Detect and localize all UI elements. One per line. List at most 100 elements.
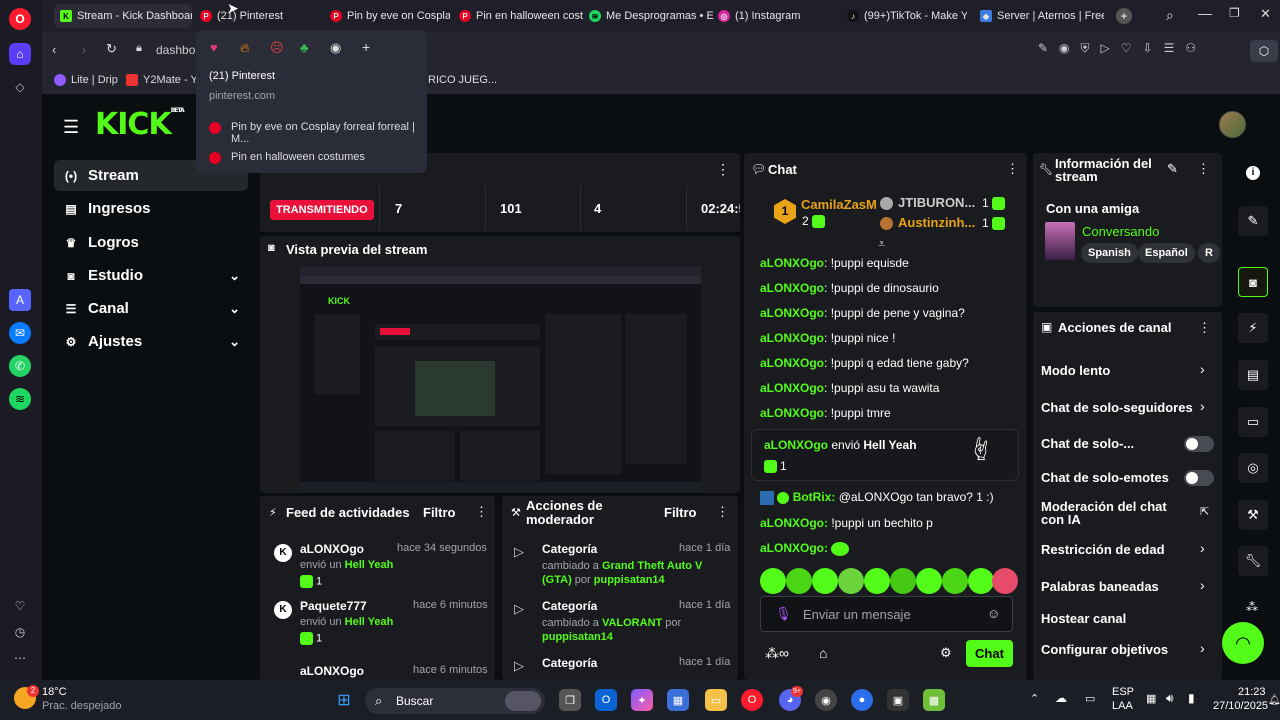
tag-chip[interactable]: R xyxy=(1198,243,1220,263)
action-ai-moderation[interactable]: Moderación del chat con IA xyxy=(1041,500,1191,526)
emote-icon[interactable] xyxy=(916,568,942,594)
sub-only-toggle[interactable] xyxy=(1184,436,1214,452)
language-layout[interactable]: LAA xyxy=(1112,700,1133,712)
minimize-icon[interactable]: — xyxy=(1198,5,1212,21)
action-host-channel[interactable]: Hostear canal xyxy=(1041,611,1126,626)
rail-points-icon[interactable]: ⁂ xyxy=(1246,600,1258,614)
more-icon[interactable]: ⋯ xyxy=(9,647,31,669)
emote-icon[interactable] xyxy=(838,568,864,594)
eyes-emoji-icon[interactable]: ◉ xyxy=(330,40,341,56)
emote-icon[interactable] xyxy=(890,568,916,594)
bookmark-rico-juegos[interactable]: RICO JUEG... xyxy=(428,74,497,86)
copilot-icon[interactable]: ✦ xyxy=(631,689,653,711)
dropdown-item[interactable]: Pin by eve on Cosplay forreal forreal | … xyxy=(231,121,427,145)
tab-spotify[interactable]: ≋ Me Desprogramas • Ele xyxy=(589,4,714,28)
store-app-icon[interactable]: ▦ xyxy=(667,689,689,711)
address-tools[interactable]: ✎◉⛨▷♡⇩☰⚇ xyxy=(1038,41,1207,56)
rail-wrench-icon[interactable]: 🔧︎ xyxy=(1238,546,1268,576)
sidebar-item-ajustes[interactable]: ⚙ Ajustes ⌄ xyxy=(54,326,248,357)
messenger-icon[interactable]: ✉ xyxy=(9,322,31,344)
home-icon[interactable]: ⌂ xyxy=(9,43,31,65)
bookmark-y2mate[interactable]: Y2Mate - Yo xyxy=(126,74,203,86)
chat-user[interactable]: aLONXOgo: xyxy=(760,541,828,555)
bookmark-lite-drip[interactable]: Lite | Drip xyxy=(54,74,118,86)
action-followers-only[interactable]: Chat de solo-seguidores xyxy=(1041,400,1193,415)
chat-more-icon[interactable]: ⋮ xyxy=(1006,161,1019,177)
rail-edit-icon[interactable]: ✎ xyxy=(1238,206,1268,236)
emote-icon[interactable] xyxy=(812,568,838,594)
sidebar-item-logros[interactable]: ♛ Logros xyxy=(54,227,248,258)
emote-icon[interactable] xyxy=(864,568,890,594)
chat-user[interactable]: aLONXOgo xyxy=(760,356,824,370)
outlook-icon[interactable]: O xyxy=(595,689,617,711)
volume-icon[interactable]: 🔊︎ xyxy=(1166,691,1174,706)
reload-icon[interactable]: ↻ xyxy=(106,41,117,57)
rail-preview-icon[interactable]: ◙ xyxy=(1238,267,1268,297)
tag-chip[interactable]: Spanish xyxy=(1081,243,1138,263)
chat-user[interactable]: aLONXOgo xyxy=(760,306,824,320)
tab-pin-cosplay[interactable]: P Pin by eve on Cosplay f xyxy=(330,4,450,28)
emote-icon[interactable] xyxy=(786,568,812,594)
opera-logo-icon[interactable]: O xyxy=(9,8,31,30)
rail-broadcast-icon[interactable]: ◎ xyxy=(1238,453,1268,483)
stats-more-icon[interactable]: ⋮ xyxy=(716,161,730,178)
speed-dial-icon[interactable]: ◇ xyxy=(9,76,31,98)
mod-filter-button[interactable]: Filtro xyxy=(664,505,697,520)
action-age-restriction[interactable]: Restricción de edad xyxy=(1041,542,1165,557)
mod-user[interactable]: puppisatan14 xyxy=(542,631,613,643)
spotify-icon[interactable]: ≋ xyxy=(9,388,31,410)
whatsapp-icon[interactable]: ✆ xyxy=(9,355,31,377)
aria-icon[interactable]: A xyxy=(9,289,31,311)
menu-icon[interactable]: ☰ xyxy=(63,117,79,138)
stream-preview-video[interactable]: KICK xyxy=(300,266,701,492)
emote-icon[interactable] xyxy=(992,568,1018,594)
history-icon[interactable]: ◷ xyxy=(9,621,31,643)
heart-emoji-icon[interactable]: ♥ xyxy=(210,40,218,55)
info-more-icon[interactable]: ⋮ xyxy=(1197,161,1210,177)
taskbar-search[interactable]: ⌕ Buscar xyxy=(365,688,545,714)
chat-input[interactable]: 🎙︎ Enviar un mensaje ☺ xyxy=(760,596,1013,632)
emotes-only-toggle[interactable] xyxy=(1184,470,1214,486)
heart-icon[interactable]: ♡ xyxy=(9,595,31,617)
emoji-icon[interactable]: ☺ xyxy=(987,606,1000,621)
feed-user[interactable]: Paquete777 xyxy=(300,599,367,613)
feed-user[interactable]: aLONXOgo xyxy=(300,542,364,556)
tag-chip[interactable]: Español xyxy=(1138,243,1195,263)
tab-kick[interactable]: K Stream - Kick Dashboard xyxy=(54,4,192,28)
rail-bolt-icon[interactable]: ⚡︎ xyxy=(1238,313,1268,343)
back-icon[interactable]: ‹ xyxy=(52,42,56,57)
minecraft-icon[interactable]: ▩ xyxy=(923,689,945,711)
gift-user[interactable]: aLONXOgo xyxy=(764,438,828,452)
bot-user[interactable]: BotRix: xyxy=(793,490,836,504)
clock-time[interactable]: 21:23 xyxy=(1238,686,1266,698)
emote-icon[interactable] xyxy=(942,568,968,594)
mod-user[interactable]: puppisatan14 xyxy=(594,574,665,586)
chat-user[interactable]: aLONXOgo xyxy=(760,331,824,345)
sidebar-item-ingresos[interactable]: ▤ Ingresos xyxy=(54,193,248,224)
task-view-icon[interactable]: ❐ xyxy=(559,689,581,711)
chat-user[interactable]: aLONXOgo xyxy=(760,281,824,295)
search-tabs-icon[interactable]: ⌕ xyxy=(1166,7,1174,24)
language-code[interactable]: ESP xyxy=(1112,686,1134,698)
fire-emoji-icon[interactable]: 🔥︎ xyxy=(240,40,250,56)
chat-user[interactable]: aLONXOgo: xyxy=(760,516,828,530)
chat-settings-gear-icon[interactable]: ⚙ xyxy=(940,645,952,661)
points-icon[interactable]: ⁂∞ xyxy=(765,645,789,662)
emote-icon[interactable] xyxy=(760,568,786,594)
tab-aternos[interactable]: ◆ Server | Aternos | Free M xyxy=(980,4,1104,28)
clock-date[interactable]: 27/10/2025 xyxy=(1213,700,1268,712)
top-user-3[interactable]: Austinzinh... xyxy=(898,215,975,230)
terminal-icon[interactable]: ▣ xyxy=(887,689,909,711)
action-slow-mode[interactable]: Modo lento xyxy=(1041,363,1110,378)
palm-emoji-icon[interactable]: ♣ xyxy=(300,40,309,55)
cloud-icon[interactable]: ☁ xyxy=(1055,691,1067,705)
chat-user[interactable]: aLONXOgo xyxy=(760,381,824,395)
mic-icon[interactable]: 🎙︎ xyxy=(775,606,792,622)
top-user-1[interactable]: CamilaZasM xyxy=(801,197,877,212)
battery-icon[interactable]: ▭ xyxy=(1085,692,1095,705)
kick-logo[interactable]: KICKBETA xyxy=(95,107,185,142)
file-explorer-icon[interactable]: ▭ xyxy=(705,689,727,711)
sidebar-item-canal[interactable]: ☰ Canal ⌄ xyxy=(54,293,248,324)
support-chat-icon[interactable]: ◠ xyxy=(1222,622,1264,664)
opera-taskbar-icon[interactable]: O xyxy=(741,689,763,711)
